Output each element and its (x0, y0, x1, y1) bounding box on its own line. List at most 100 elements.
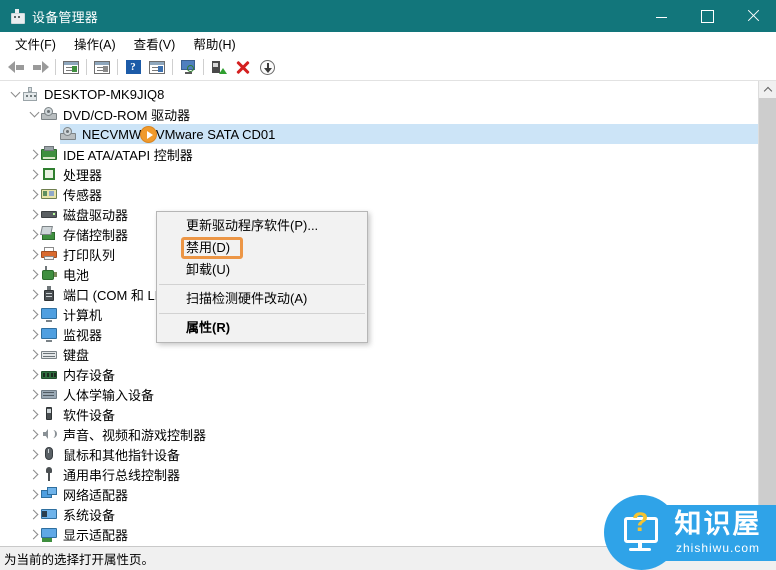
tree-row[interactable]: 人体学输入设备 (0, 384, 758, 404)
menu-help[interactable]: 帮助(H) (184, 32, 244, 55)
context-menu-item[interactable]: 禁用(D) (157, 237, 367, 259)
window-controls (638, 0, 776, 32)
tree-row[interactable]: 显示适配器 (0, 524, 758, 544)
back-button[interactable] (4, 56, 28, 78)
tree-row[interactable]: IDE ATA/ATAPI 控制器 (0, 144, 758, 164)
chevron-right-icon[interactable] (27, 404, 41, 424)
update-driver-button[interactable] (207, 56, 231, 78)
tree-row-label: 键盘 (63, 347, 90, 363)
tree-row[interactable]: 端口 (COM 和 LPT) (0, 284, 758, 304)
tree-row[interactable]: 鼠标和其他指针设备 (0, 444, 758, 464)
chevron-right-icon[interactable] (27, 384, 41, 404)
chevron-right-icon[interactable] (27, 244, 41, 264)
context-menu-separator (159, 284, 365, 285)
tree-row-label: 电池 (63, 267, 90, 283)
minimize-button[interactable] (638, 0, 684, 32)
update-driver-icon (211, 60, 227, 75)
chevron-down-icon (763, 532, 772, 541)
context-menu-item[interactable]: 扫描检测硬件改动(A) (157, 288, 367, 310)
toolbar-separator (203, 59, 204, 75)
chevron-right-icon[interactable] (27, 264, 41, 284)
chevron-right-icon[interactable] (27, 444, 41, 464)
context-menu-item[interactable]: 卸载(U) (157, 259, 367, 281)
chevron-right-icon[interactable] (27, 284, 41, 304)
chevron-right-icon[interactable] (27, 504, 41, 524)
uninstall-button[interactable] (231, 56, 255, 78)
chevron-right-icon[interactable] (27, 224, 41, 244)
menu-bar: 文件(F) 操作(A) 查看(V) 帮助(H) (0, 32, 776, 54)
tree-row[interactable]: 声音、视频和游戏控制器 (0, 424, 758, 444)
chevron-right-icon[interactable] (27, 324, 41, 344)
title-bar: 设备管理器 (0, 0, 776, 32)
chevron-right-icon[interactable] (27, 344, 41, 364)
chevron-right-icon[interactable] (27, 364, 41, 384)
tree-row[interactable]: 传感器 (0, 184, 758, 204)
tree-row[interactable]: DVD/CD-ROM 驱动器 (0, 104, 758, 124)
tree-row-label: DESKTOP-MK9JIQ8 (44, 86, 165, 102)
device-manager-icon (9, 8, 25, 24)
dvd-drive-icon (60, 126, 76, 142)
context-menu[interactable]: 更新驱动程序软件(P)... 禁用(D) 卸载(U) 扫描检测硬件改动(A) 属性(R) (156, 211, 368, 343)
help-button[interactable]: ? (121, 56, 145, 78)
tree-row[interactable]: 系统设备 (0, 504, 758, 524)
chevron-right-icon[interactable] (27, 484, 41, 504)
context-menu-separator (159, 313, 365, 314)
tree-row[interactable]: 电池 (0, 264, 758, 284)
tree-row-label: 网络适配器 (63, 487, 129, 503)
menu-action[interactable]: 操作(A) (65, 32, 125, 55)
menu-file[interactable]: 文件(F) (6, 32, 65, 55)
monitor-icon (41, 326, 57, 342)
chevron-down-icon[interactable] (8, 84, 22, 104)
tree-row[interactable]: 处理器 (0, 164, 758, 184)
keyboard-icon (41, 346, 57, 362)
tree-row[interactable]: 键盘 (0, 344, 758, 364)
tree-row[interactable]: DESKTOP-MK9JIQ8 (0, 84, 758, 104)
port-icon (41, 286, 57, 302)
tree-row-label: 人体学输入设备 (63, 387, 155, 403)
tree-row[interactable]: 计算机 (0, 304, 758, 324)
context-menu-item[interactable]: 更新驱动程序软件(P)... (157, 215, 367, 237)
scroll-up-button[interactable] (759, 81, 776, 98)
chevron-right-icon[interactable] (27, 524, 41, 544)
scan-hardware-button[interactable] (176, 56, 200, 78)
chevron-right-icon[interactable] (27, 164, 41, 184)
vertical-scrollbar[interactable] (758, 81, 776, 546)
tree-row[interactable]: 存储控制器 (0, 224, 758, 244)
chevron-right-icon[interactable] (27, 204, 41, 224)
properties-button[interactable] (59, 56, 83, 78)
tree-row[interactable]: 通用串行总线控制器 (0, 464, 758, 484)
show-hidden-button[interactable] (145, 56, 169, 78)
menu-view[interactable]: 查看(V) (125, 32, 185, 55)
computer-icon (22, 86, 38, 102)
forward-button[interactable] (28, 56, 52, 78)
scrollbar-thumb[interactable] (759, 98, 776, 528)
close-button[interactable] (730, 0, 776, 32)
tree-row-label: IDE ATA/ATAPI 控制器 (63, 147, 193, 163)
toolbar-separator (55, 59, 56, 75)
chevron-right-icon[interactable] (27, 304, 41, 324)
tree-row[interactable]: 软件设备 (0, 404, 758, 424)
tree-row[interactable]: 监视器 (0, 324, 758, 344)
tree-row-label: 传感器 (63, 187, 103, 203)
tree-row-label: 计算机 (63, 307, 103, 323)
tree-row[interactable]: NECVMWar VMware SATA CD01 (0, 124, 758, 144)
scroll-down-button[interactable] (759, 529, 776, 546)
chevron-down-icon[interactable] (27, 104, 41, 124)
chevron-right-icon[interactable] (27, 184, 41, 204)
sensor-icon (41, 186, 57, 202)
tree-row[interactable]: 磁盘驱动器 (0, 204, 758, 224)
console-tree-button[interactable] (90, 56, 114, 78)
chevron-right-icon[interactable] (27, 464, 41, 484)
tree-row[interactable]: 打印队列 (0, 244, 758, 264)
maximize-button[interactable] (684, 0, 730, 32)
tree-row[interactable]: 内存设备 (0, 364, 758, 384)
enable-device-button[interactable] (255, 56, 279, 78)
toolbar-separator (117, 59, 118, 75)
context-menu-item[interactable]: 属性(R) (157, 317, 367, 339)
tree-row[interactable]: 网络适配器 (0, 484, 758, 504)
chevron-right-icon[interactable] (27, 424, 41, 444)
tree-row-label: 处理器 (63, 167, 103, 183)
chevron-right-icon[interactable] (27, 144, 41, 164)
device-tree[interactable]: DESKTOP-MK9JIQ8 DVD/CD-ROM 驱动器 NECVMWar VM… (0, 81, 758, 546)
